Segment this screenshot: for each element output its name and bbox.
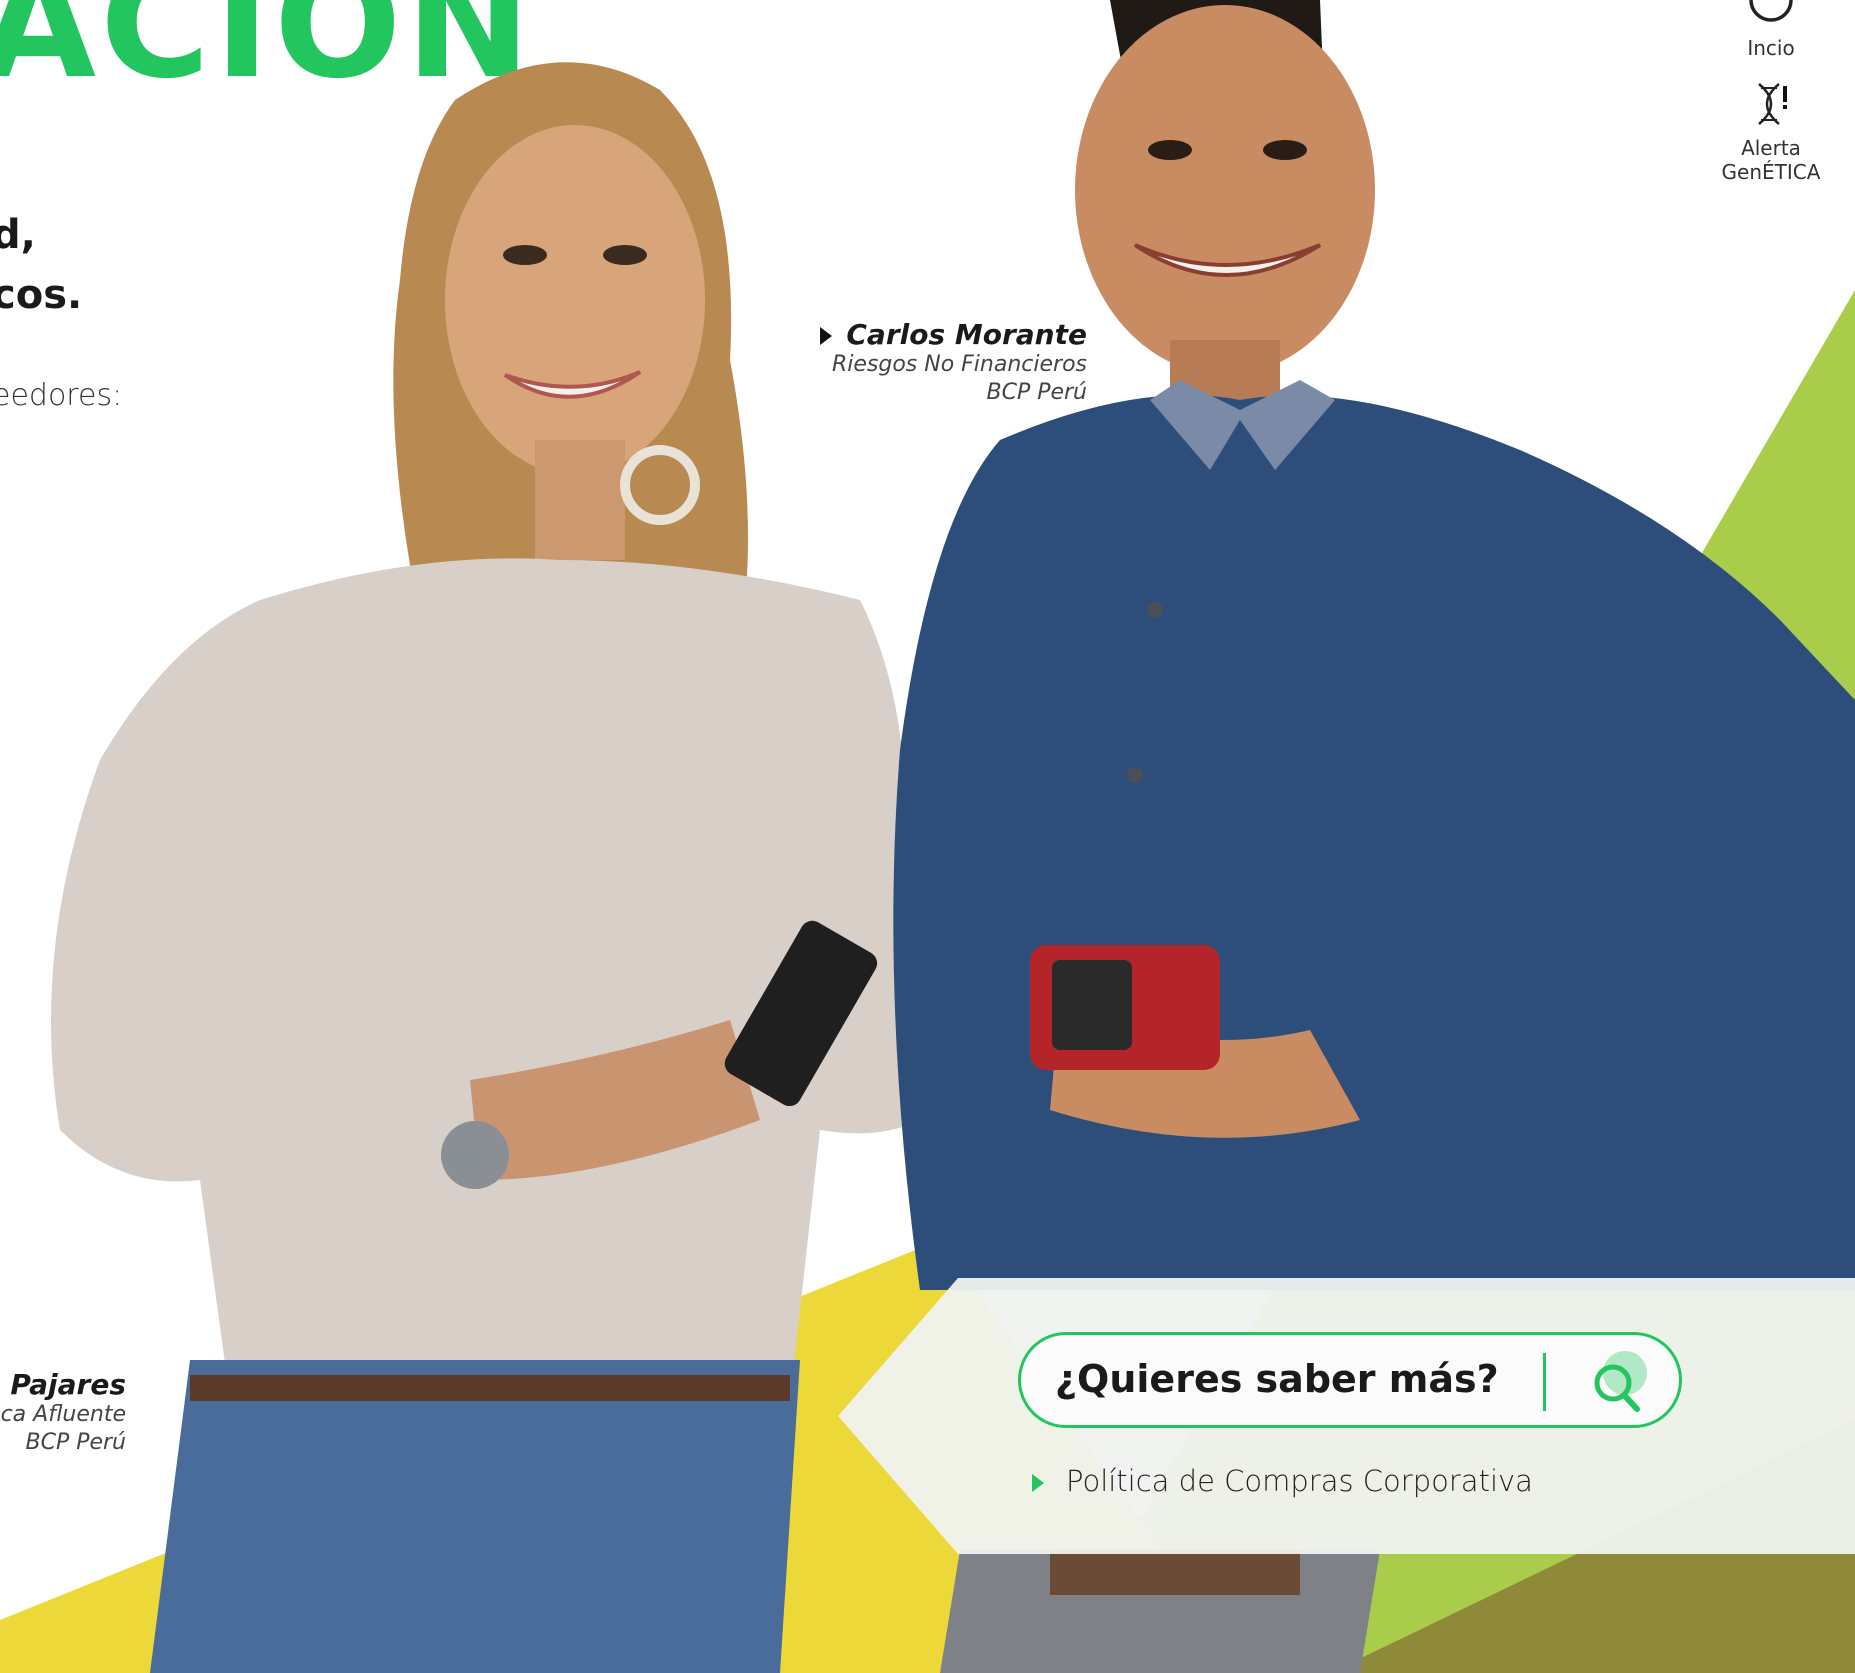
link-arrow-icon xyxy=(1032,1474,1044,1492)
caption-company: BCP Perú xyxy=(986,380,1087,405)
search-box[interactable]: ¿Quieres saber más? xyxy=(1018,1332,1682,1428)
nav-alert-label-2: GenÉTICA xyxy=(1721,160,1821,184)
caption-carlos: Carlos Morante Riesgos No Financieros BC… xyxy=(820,318,1087,407)
search-button[interactable] xyxy=(1579,1343,1659,1419)
search-label: ¿Quieres saber más? xyxy=(1055,1357,1499,1401)
caption-name: Carlos Morante xyxy=(846,318,1087,351)
caption-pajares: e Pajares nca Afluente BCP Perú xyxy=(0,1368,126,1457)
link-label: Política de Compras Corporativa xyxy=(1066,1464,1533,1498)
search-icon xyxy=(1594,1351,1647,1412)
nav-alert-genetica[interactable]: Alerta GenÉTICA xyxy=(1711,82,1831,184)
dna-alert-icon xyxy=(1758,83,1787,125)
caption-arrow-icon xyxy=(820,327,833,345)
nav-alert-label-1: Alerta xyxy=(1741,136,1801,160)
home-circle-icon xyxy=(1749,0,1793,22)
caption-company: BCP Perú xyxy=(25,1430,126,1455)
nav-home[interactable]: Incio xyxy=(1731,0,1811,60)
caption-role-1: nca Afluente xyxy=(0,1402,126,1427)
link-politica-compras[interactable]: Política de Compras Corporativa xyxy=(1032,1464,1533,1498)
caption-name: e Pajares xyxy=(0,1368,126,1401)
caption-role-1: Riesgos No Financieros xyxy=(831,352,1087,377)
search-divider xyxy=(1543,1353,1546,1411)
nav-home-label: Incio xyxy=(1747,36,1795,60)
